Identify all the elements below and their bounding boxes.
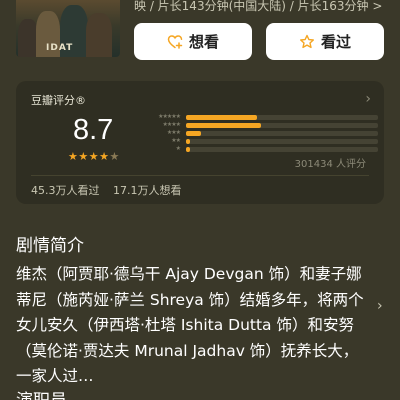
rating-score: 8.7	[73, 114, 114, 146]
want-count[interactable]: 17.1万人想看	[113, 184, 182, 197]
star-icon: ★	[109, 150, 120, 163]
synopsis-title: 剧情简介	[16, 236, 84, 256]
rating-card[interactable]: 豆瓣评分® › 8.7 ★ ★ ★ ★ ★ ★★★★★ ★★★★ ★★★ ★★ ★ 301434…	[16, 81, 384, 204]
distribution-bar-track	[186, 146, 378, 152]
rating-distribution-row: ★★★	[144, 129, 378, 137]
distribution-stars-label: ★	[175, 145, 181, 152]
distribution-stars-label: ★★★	[166, 129, 181, 136]
poster-title: IDAT	[46, 43, 74, 53]
watched-label: 看过	[320, 33, 351, 51]
distribution-bar-track	[186, 122, 378, 128]
star-icon: ★	[68, 150, 78, 163]
movie-poster[interactable]: IDAT	[16, 0, 120, 57]
watched-button[interactable]: 看过	[266, 23, 384, 60]
poster-figure	[18, 19, 38, 57]
distribution-bar-fill	[186, 114, 258, 120]
distribution-bar-fill	[186, 130, 202, 136]
divider	[31, 175, 369, 176]
distribution-stars-label: ★★★★	[162, 121, 181, 128]
synopsis-text[interactable]: 维杰（阿贾耶·德乌干 Ajay Devgan 饰）和妻子娜蒂尼（施芮娅·萨兰 S…	[16, 262, 368, 390]
poster-figure	[86, 13, 112, 57]
rating-distribution-row: ★★	[144, 137, 378, 145]
watch-stats: 45.3万人看过 17.1万人想看	[31, 182, 182, 198]
rating-distribution-row: ★★★★	[144, 121, 378, 129]
star-icon: ★	[99, 150, 109, 163]
star-icon: ★	[78, 150, 89, 163]
distribution-bar-fill	[186, 122, 261, 128]
cast-section-title: 演职员	[16, 386, 67, 400]
distribution-bar-track	[186, 130, 378, 136]
rating-card-title: 豆瓣评分®	[31, 94, 86, 107]
rating-distribution: ★★★★★ ★★★★ ★★★ ★★ ★	[144, 113, 378, 153]
rating-count: 301434 人评分	[294, 159, 366, 170]
chevron-right-icon[interactable]: ›	[365, 91, 371, 107]
chevron-right-icon[interactable]: ›	[377, 298, 383, 314]
rating-stars: ★ ★ ★ ★ ★	[68, 151, 120, 162]
distribution-stars-label: ★★	[171, 137, 181, 144]
distribution-bar-fill	[186, 138, 190, 144]
distribution-bar-track	[186, 138, 378, 144]
distribution-bar-fill	[186, 146, 190, 152]
star-outline-icon	[299, 34, 314, 48]
seen-count[interactable]: 45.3万人看过	[31, 184, 100, 197]
distribution-bar-track	[186, 114, 378, 120]
star-icon: ★	[88, 150, 99, 163]
heart-plus-icon	[167, 34, 183, 49]
rating-distribution-row: ★★★★★	[144, 113, 378, 121]
want-to-watch-label: 想看	[188, 33, 219, 51]
distribution-stars-label: ★★★★★	[158, 113, 181, 120]
want-to-watch-button[interactable]: 想看	[134, 23, 252, 60]
rating-distribution-row: ★	[144, 145, 378, 153]
movie-meta-info[interactable]: 映 / 片长143分钟(中国大陆) / 片长163分钟 >	[134, 0, 400, 13]
